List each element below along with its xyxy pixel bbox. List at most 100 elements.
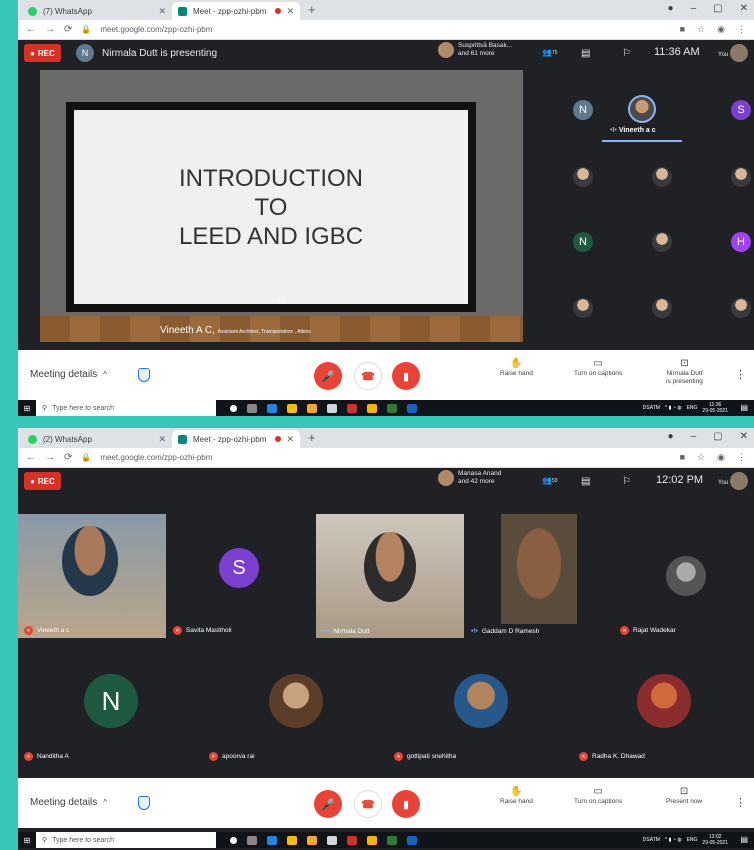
participant-tile-savita[interactable]: S ✕ Savita Mastiholi xyxy=(167,514,315,638)
close-icon[interactable]: ✕ xyxy=(286,6,294,17)
extension-icon[interactable]: ◉ xyxy=(717,452,725,463)
app-icon[interactable] xyxy=(387,403,397,413)
participant-tile[interactable]: S xyxy=(731,100,751,120)
camera-off-button[interactable]: ▮ xyxy=(392,790,420,818)
cortana-icon[interactable] xyxy=(230,836,237,844)
tab-meet[interactable]: Meet - zpp-ozhi-pbm ✕ xyxy=(172,430,300,448)
shield-icon[interactable] xyxy=(138,368,150,382)
participant-tile-radha[interactable]: ✕ Radha K. Dhawad xyxy=(573,640,754,764)
chrome-icon[interactable] xyxy=(287,835,297,845)
windows-start-icon[interactable]: ⊞ xyxy=(18,836,36,845)
participant-tile[interactable] xyxy=(731,167,751,187)
presenting-button[interactable]: ⊡ Nirmala Dutt is presenting xyxy=(666,359,703,386)
url-field[interactable]: meet.google.com/zpp-ozhi-pbm xyxy=(100,453,670,462)
tab-meet[interactable]: Meet - zpp-ozhi-pbm ✕ xyxy=(172,2,300,20)
meeting-details-button[interactable]: Meeting details ^ xyxy=(30,369,107,380)
profile-dot-icon[interactable]: ● xyxy=(668,3,674,14)
task-view-icon[interactable] xyxy=(247,835,257,845)
app-icon[interactable] xyxy=(387,835,397,845)
mail-icon[interactable] xyxy=(327,403,337,413)
activities-icon[interactable]: ⚐ xyxy=(622,48,631,59)
participant-tile[interactable]: N xyxy=(573,232,593,252)
forward-icon[interactable]: → xyxy=(45,452,55,463)
close-icon[interactable]: ✕ xyxy=(286,434,294,445)
chrome-icon[interactable] xyxy=(287,403,297,413)
notification-icon[interactable]: ▤ xyxy=(740,835,748,844)
cortana-icon[interactable] xyxy=(230,404,237,412)
star-icon[interactable]: ☆ xyxy=(697,452,705,463)
chat-icon[interactable]: ▤ xyxy=(581,476,590,487)
meeting-details-button[interactable]: Meeting details ^ xyxy=(30,797,107,808)
activities-icon[interactable]: ⚐ xyxy=(622,476,631,487)
participant-tile-nanditha[interactable]: N ✕ Nanditha A xyxy=(18,640,202,764)
close-icon[interactable]: ✕ xyxy=(158,6,166,17)
participant-tile-apoorva[interactable]: ✕ apoorva rai xyxy=(203,640,387,764)
minimize-button[interactable]: – xyxy=(691,3,697,14)
task-view-icon[interactable] xyxy=(247,403,257,413)
participant-tile[interactable] xyxy=(731,298,751,318)
reload-icon[interactable]: ⟳ xyxy=(64,452,72,463)
speaker-summary[interactable]: Susprittsā Basak... and 61 more xyxy=(438,42,512,58)
back-icon[interactable]: ← xyxy=(26,452,36,463)
captions-button[interactable]: ▭ Turn on captions xyxy=(574,787,622,806)
camera-off-button[interactable]: ▮ xyxy=(392,362,420,390)
present-now-button[interactable]: ⊡ Present now xyxy=(666,787,702,806)
raise-hand-button[interactable]: ✋ Raise hand xyxy=(500,359,533,378)
avatar[interactable] xyxy=(730,44,748,62)
notification-icon[interactable]: ▤ xyxy=(740,403,748,412)
store-icon[interactable] xyxy=(367,835,377,845)
tab-whatsapp[interactable]: (7) WhatsApp ✕ xyxy=(22,2,172,20)
maximize-button[interactable]: ▢ xyxy=(713,3,722,14)
profile-dot-icon[interactable]: ● xyxy=(668,431,674,442)
mic-off-button[interactable]: 🎤 xyxy=(314,790,342,818)
participant-tile-vineeth[interactable]: ✕ Vineeth a c xyxy=(18,514,166,638)
close-window-button[interactable]: ✕ xyxy=(740,3,748,14)
windows-start-icon[interactable]: ⊞ xyxy=(18,404,36,413)
file-explorer-icon[interactable] xyxy=(307,835,317,845)
more-options-icon[interactable]: ⋮ xyxy=(735,796,746,809)
camera-icon[interactable]: ■ xyxy=(680,24,685,35)
mail-icon[interactable] xyxy=(327,835,337,845)
participant-tile-gottipati[interactable]: ✕ gottipati snehitha xyxy=(388,640,572,764)
tab-whatsapp[interactable]: (2) WhatsApp ✕ xyxy=(22,430,172,448)
star-icon[interactable]: ☆ xyxy=(697,24,705,35)
word-icon[interactable] xyxy=(407,835,417,845)
participant-tile[interactable] xyxy=(652,298,672,318)
forward-icon[interactable]: → xyxy=(45,24,55,35)
people-button[interactable]: 👥 75 xyxy=(542,48,558,57)
menu-icon[interactable]: ⋮ xyxy=(737,452,746,463)
back-icon[interactable]: ← xyxy=(26,24,36,35)
participant-tile[interactable] xyxy=(573,298,593,318)
participant-tile[interactable] xyxy=(573,167,593,187)
reload-icon[interactable]: ⟳ xyxy=(64,24,72,35)
participant-tile-gaddam[interactable]: •I• Gaddam D Ramesh xyxy=(465,514,613,638)
new-tab-button[interactable]: + xyxy=(308,430,316,445)
file-explorer-icon[interactable] xyxy=(307,403,317,413)
close-window-button[interactable]: ✕ xyxy=(740,431,748,442)
maximize-button[interactable]: ▢ xyxy=(713,431,722,442)
acrobat-icon[interactable] xyxy=(347,835,357,845)
camera-icon[interactable]: ■ xyxy=(680,452,685,463)
close-icon[interactable]: ✕ xyxy=(158,434,166,445)
captions-button[interactable]: ▭ Turn on captions xyxy=(574,359,622,378)
participant-tile[interactable]: H xyxy=(731,232,751,252)
hangup-button[interactable]: ☎ xyxy=(354,790,382,818)
active-speaker-avatar[interactable] xyxy=(628,95,656,123)
more-options-icon[interactable]: ⋮ xyxy=(735,368,746,381)
new-tab-button[interactable]: + xyxy=(308,2,316,17)
lock-icon[interactable]: 🔒 xyxy=(81,453,91,462)
minimize-button[interactable]: – xyxy=(691,431,697,442)
participant-tile-rajat[interactable]: ✕ Rajat Wadekar xyxy=(614,514,754,638)
people-button[interactable]: 👥 53 xyxy=(542,476,558,485)
participant-tile[interactable] xyxy=(652,232,672,252)
chat-icon[interactable]: ▤ xyxy=(581,48,590,59)
avatar[interactable] xyxy=(730,472,748,490)
participant-tile[interactable] xyxy=(652,167,672,187)
extension-icon[interactable]: ◉ xyxy=(717,24,725,35)
acrobat-icon[interactable] xyxy=(347,403,357,413)
hangup-button[interactable]: ☎ xyxy=(354,362,382,390)
taskbar-search[interactable]: ⚲ Type here to search xyxy=(36,400,216,416)
url-field[interactable]: meet.google.com/zpp-ozhi-pbm xyxy=(100,25,670,34)
speaker-summary[interactable]: Manasa Anand and 42 more xyxy=(438,470,501,486)
word-icon[interactable] xyxy=(407,403,417,413)
